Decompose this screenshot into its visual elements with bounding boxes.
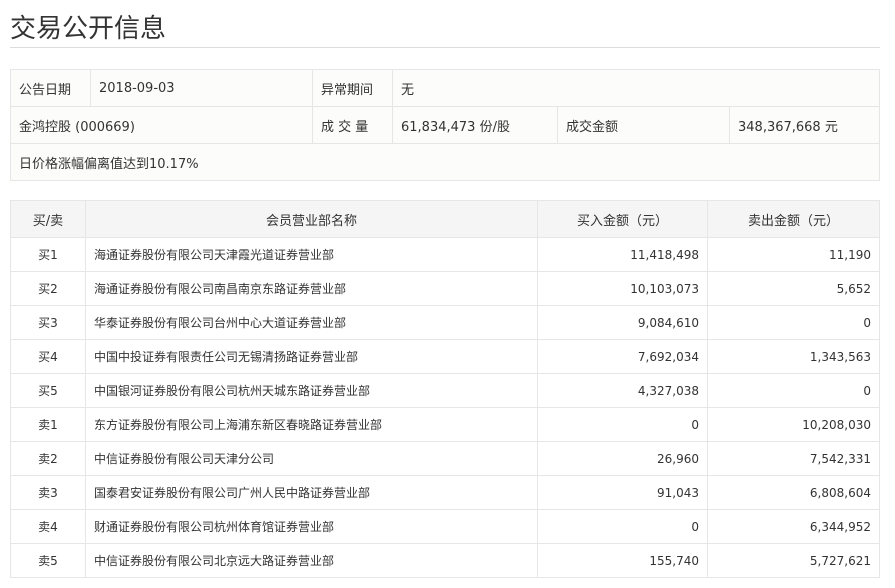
amount-label: 成交金额 [557, 106, 730, 144]
side-cell: 买5 [10, 373, 86, 408]
branch-name-cell: 东方证券股份有限公司上海浦东新区春晓路证券营业部 [85, 407, 538, 442]
amount-value: 348,367,668 元 [728, 106, 881, 144]
date-value: 2018-09-03 [90, 69, 313, 107]
buy-amount-cell: 26,960 [537, 441, 708, 476]
buy-amount-cell: 0 [537, 509, 708, 544]
header-sell: 卖出金额（元） [707, 200, 880, 238]
sell-amount-cell: 6,808,604 [707, 475, 880, 510]
period-label: 异常期间 [312, 69, 393, 107]
buy-amount-cell: 0 [537, 407, 708, 442]
side-cell: 卖2 [10, 441, 86, 476]
buy-amount-cell: 9,084,610 [537, 305, 708, 340]
sell-amount-cell: 5,727,621 [707, 543, 880, 578]
sell-amount-cell: 1,343,563 [707, 339, 880, 374]
header-side: 买/卖 [10, 200, 86, 238]
branch-name-cell: 中国银河证券股份有限公司杭州天城东路证券营业部 [85, 373, 538, 408]
table-row: 卖3 国泰君安证券股份有限公司广州人民中路证券营业部 91,043 6,808,604 [10, 475, 880, 510]
table-row: 买2 海通证券股份有限公司南昌南京东路证券营业部 10,103,073 5,652 [10, 271, 880, 306]
branch-name-cell: 中信证券股份有限公司天津分公司 [85, 441, 538, 476]
title-divider [10, 47, 880, 48]
buy-amount-cell: 4,327,038 [537, 373, 708, 408]
branch-name-cell: 华泰证券股份有限公司台州中心大道证券营业部 [85, 305, 538, 340]
buy-amount-cell: 11,418,498 [537, 237, 708, 272]
volume-value: 61,834,473 份/股 [392, 106, 558, 144]
stock-name: 金鸿控股 (000669) [10, 106, 313, 144]
side-cell: 买4 [10, 339, 86, 374]
branch-name-cell: 财通证券股份有限公司杭州体育馆证券营业部 [85, 509, 538, 544]
table-row: 买4 中国中投证券有限责任公司无锡清扬路证券营业部 7,692,034 1,343,5… [10, 339, 880, 374]
side-cell: 买3 [10, 305, 86, 340]
page-title: 交易公开信息 [10, 14, 167, 44]
table-row: 买1 海通证券股份有限公司天津霞光道证券营业部 11,418,498 11,190 [10, 237, 880, 272]
sell-amount-cell: 6,344,952 [707, 509, 880, 544]
info-table: 公告日期 2018-09-03 异常期间 无 金鸿控股 (000669) 成 交… [9, 69, 881, 181]
branch-name-cell: 中信证券股份有限公司北京远大路证券营业部 [85, 543, 538, 578]
period-value: 无 [391, 69, 881, 107]
sell-amount-cell: 11,190 [707, 237, 880, 272]
table-row: 买5 中国银河证券股份有限公司杭州天城东路证券营业部 4,327,038 0 [10, 373, 880, 408]
header-buy: 买入金额（元） [537, 200, 708, 238]
side-cell: 卖3 [10, 475, 86, 510]
buy-amount-cell: 7,692,034 [537, 339, 708, 374]
trades-table: 买/卖 会员营业部名称 买入金额（元） 卖出金额（元） 买1 海通证券股份有限公司… [10, 200, 880, 578]
side-cell: 卖5 [10, 543, 86, 578]
side-cell: 买1 [10, 237, 86, 272]
branch-name-cell: 中国中投证券有限责任公司无锡清扬路证券营业部 [85, 339, 538, 374]
buy-amount-cell: 155,740 [537, 543, 708, 578]
date-label: 公告日期 [10, 69, 91, 107]
table-row: 卖2 中信证券股份有限公司天津分公司 26,960 7,542,331 [10, 441, 880, 476]
table-row: 卖1 东方证券股份有限公司上海浦东新区春晓路证券营业部 0 10,208,030 [10, 407, 880, 442]
buy-amount-cell: 91,043 [537, 475, 708, 510]
branch-name-cell: 海通证券股份有限公司天津霞光道证券营业部 [85, 237, 538, 272]
buy-amount-cell: 10,103,073 [537, 271, 708, 306]
header-name: 会员营业部名称 [85, 200, 538, 238]
side-cell: 卖1 [10, 407, 86, 442]
branch-name-cell: 国泰君安证券股份有限公司广州人民中路证券营业部 [85, 475, 538, 510]
sell-amount-cell: 7,542,331 [707, 441, 880, 476]
sell-amount-cell: 0 [707, 305, 880, 340]
sell-amount-cell: 0 [707, 373, 880, 408]
reason: 日价格涨幅偏离值达到10.17% [9, 143, 881, 181]
table-row: 卖4 财通证券股份有限公司杭州体育馆证券营业部 0 6,344,952 [10, 509, 880, 544]
sell-amount-cell: 10,208,030 [707, 407, 880, 442]
sell-amount-cell: 5,652 [707, 271, 880, 306]
branch-name-cell: 海通证券股份有限公司南昌南京东路证券营业部 [85, 271, 538, 306]
side-cell: 卖4 [10, 509, 86, 544]
side-cell: 买2 [10, 271, 86, 306]
table-row: 买3 华泰证券股份有限公司台州中心大道证券营业部 9,084,610 0 [10, 305, 880, 340]
volume-label: 成 交 量 [312, 106, 393, 144]
table-row: 卖5 中信证券股份有限公司北京远大路证券营业部 155,740 5,727,621 [10, 543, 880, 578]
